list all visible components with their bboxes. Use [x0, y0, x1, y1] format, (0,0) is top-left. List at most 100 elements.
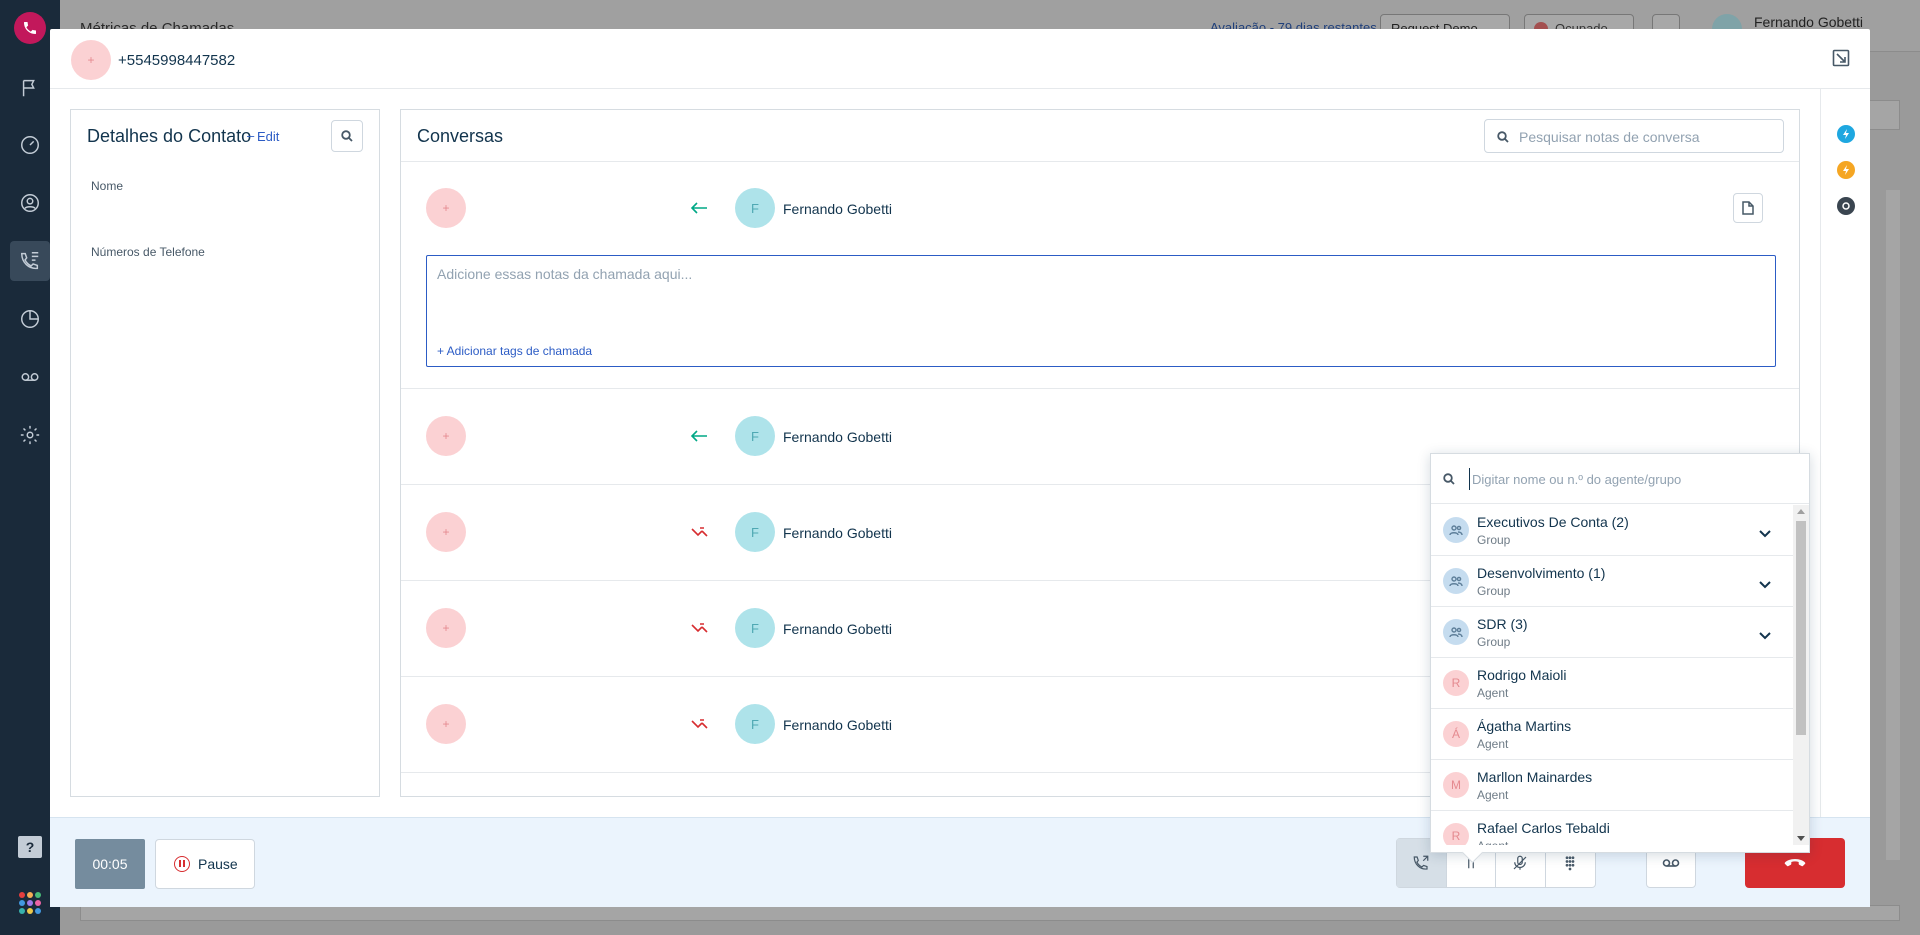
call-modal: + +5545998447582 Detalhes do Contato – E… [50, 29, 1870, 907]
transfer-item-name: Rodrigo Maioli [1477, 667, 1567, 683]
group-icon [1443, 619, 1469, 645]
caller-avatar: + [426, 704, 466, 744]
agent-name: Fernando Gobetti [783, 525, 892, 541]
transfer-group-item[interactable]: Executivos De Conta (2) Group [1431, 505, 1793, 556]
caller-avatar: + [71, 40, 111, 80]
group-icon [1443, 517, 1469, 543]
scroll-up-icon[interactable] [1797, 509, 1805, 514]
add-call-tags-link[interactable]: + Adicionar tags de chamada [437, 344, 592, 358]
contact-details-panel: Detalhes do Contato – Edit Nome Números … [70, 109, 380, 797]
transfer-scrollbar[interactable] [1793, 505, 1809, 845]
minimize-icon[interactable] [1832, 49, 1850, 67]
phone-logo-icon[interactable] [14, 12, 46, 44]
conversation-search-box [1484, 119, 1784, 153]
scroll-down-icon[interactable] [1797, 836, 1805, 841]
chevron-down-icon[interactable] [1759, 576, 1771, 589]
pause-label: Pause [198, 856, 238, 872]
transfer-group-item[interactable]: Desenvolvimento (1) Group [1431, 556, 1793, 607]
transfer-agent-item[interactable]: R Rodrigo Maioli Agent [1431, 658, 1793, 709]
agent-name: Fernando Gobetti [783, 717, 892, 733]
missed-call-icon [689, 620, 709, 636]
transfer-item-name: Marllon Mainardes [1477, 769, 1593, 785]
conversation-search-input[interactable] [1519, 127, 1769, 147]
contact-edit-dash: – [247, 128, 255, 143]
caller-avatar: + [426, 608, 466, 648]
background-user-name: Fernando Gobetti [1754, 14, 1863, 30]
missed-call-icon [689, 524, 709, 540]
transfer-search-box [1431, 454, 1809, 504]
scroll-thumb[interactable] [1796, 521, 1806, 735]
transfer-item-type: Agent [1477, 737, 1509, 751]
freshdesk-bolt-icon[interactable] [1837, 125, 1855, 143]
call-timer: 00:05 [75, 839, 145, 889]
search-icon [1497, 130, 1509, 148]
transfer-item-name: Ágatha Martins [1477, 718, 1572, 734]
transfer-item-type: Group [1477, 584, 1511, 598]
call-log-icon[interactable] [10, 241, 50, 281]
chevron-down-icon[interactable] [1759, 525, 1771, 538]
conversations-title: Conversas [417, 126, 504, 146]
document-icon [1742, 201, 1754, 215]
bolt-icon[interactable] [1837, 161, 1855, 179]
transfer-list: Executivos De Conta (2) Group Desenvolvi… [1431, 505, 1793, 845]
contact-search-button[interactable] [331, 120, 363, 152]
agent-avatar: F [735, 512, 775, 552]
transfer-agent-item[interactable]: R Rafael Carlos Tebaldi Agent [1431, 811, 1793, 845]
call-notes-box: + Adicionar tags de chamada [426, 255, 1776, 367]
agent-avatar: Á [1443, 721, 1469, 747]
contact-edit-link[interactable]: Edit [257, 129, 279, 144]
agent-avatar: R [1443, 670, 1469, 696]
transfer-search-input[interactable] [1469, 468, 1789, 490]
agent-name: Fernando Gobetti [783, 621, 892, 637]
group-icon [1443, 568, 1469, 594]
call-notes-input[interactable] [437, 266, 1757, 326]
transfer-item-type: Agent [1477, 686, 1509, 700]
transfer-item-type: Agent [1477, 839, 1508, 845]
pause-button[interactable]: Pause [155, 839, 255, 889]
voicemail-icon[interactable] [10, 357, 50, 397]
apps-grid-icon[interactable] [19, 892, 41, 914]
incoming-call-icon [689, 200, 709, 216]
transfer-item-type: Agent [1477, 788, 1509, 802]
divider [401, 161, 1799, 162]
integrations-rail [1820, 89, 1870, 847]
transfer-call-icon [1413, 855, 1429, 870]
search-icon [341, 130, 353, 142]
pause-icon [174, 856, 190, 872]
settings-icon[interactable] [10, 415, 50, 455]
reports-icon[interactable] [10, 299, 50, 339]
missed-call-icon [689, 716, 709, 732]
agent-avatar: F [735, 416, 775, 456]
agent-name: Fernando Gobetti [783, 201, 892, 217]
caller-phone-number: +5545998447582 [118, 52, 236, 69]
transfer-item-type: Group [1477, 533, 1511, 547]
flag-icon[interactable] [10, 68, 50, 108]
hangup-icon [1784, 859, 1806, 867]
agent-name: Fernando Gobetti [783, 429, 892, 445]
chevron-down-icon[interactable] [1759, 627, 1771, 640]
transfer-item-name: SDR (3) [1477, 616, 1528, 632]
search-icon [1443, 472, 1455, 490]
transfer-item-name: Desenvolvimento (1) [1477, 565, 1606, 581]
transfer-agent-item[interactable]: M Marllon Mainardes Agent [1431, 760, 1793, 811]
modal-header: + +5545998447582 [50, 29, 1870, 89]
incoming-call-icon [689, 428, 709, 444]
agent-avatar: M [1443, 772, 1469, 798]
divider [401, 388, 1799, 389]
target-icon[interactable] [1837, 197, 1855, 215]
background-scrollbar [1886, 190, 1900, 860]
transfer-item-name: Executivos De Conta (2) [1477, 514, 1629, 530]
note-document-button[interactable] [1733, 193, 1763, 223]
agent-avatar: R [1443, 823, 1469, 845]
contact-details-title: Detalhes do Contato [87, 126, 252, 146]
agent-avatar: F [735, 608, 775, 648]
contact-icon[interactable] [10, 183, 50, 223]
help-icon[interactable]: ? [18, 836, 42, 858]
transfer-item-name: Rafael Carlos Tebaldi [1477, 820, 1610, 836]
transfer-agent-item[interactable]: Á Ágatha Martins Agent [1431, 709, 1793, 760]
keypad-icon [1565, 856, 1575, 871]
transfer-group-item[interactable]: SDR (3) Group [1431, 607, 1793, 658]
transfer-dropdown: Executivos De Conta (2) Group Desenvolvi… [1430, 453, 1810, 853]
field-label-name: Nome [91, 179, 124, 193]
dashboard-icon[interactable] [10, 125, 50, 165]
